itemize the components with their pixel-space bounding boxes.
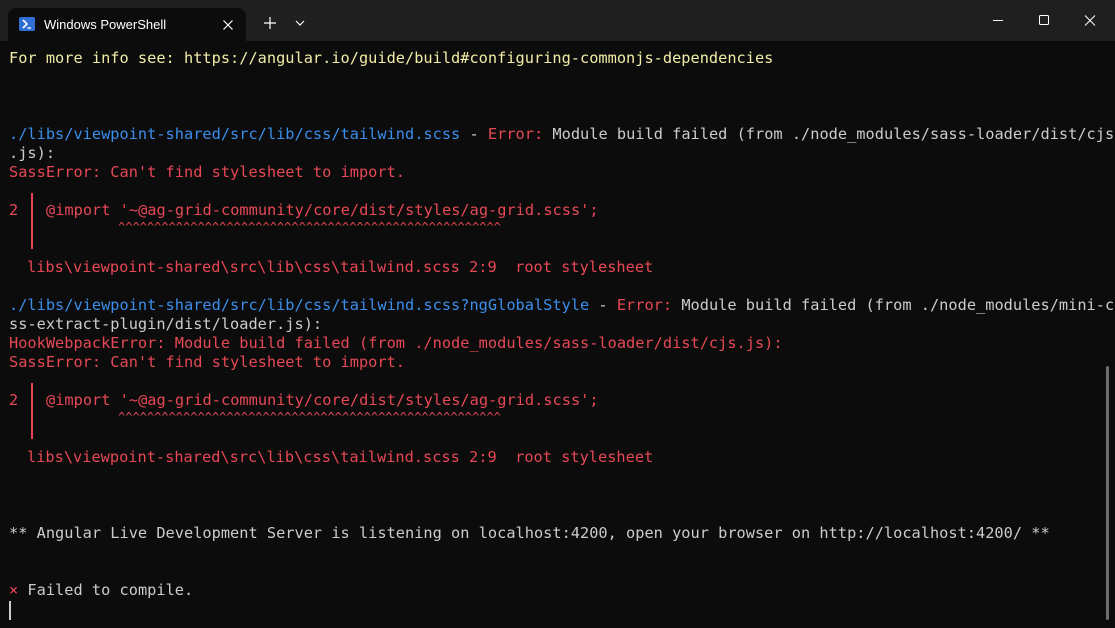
info-line: For more info see: https://angular.io/gu… (9, 49, 774, 67)
close-tab-button[interactable] (218, 15, 238, 35)
chevron-down-icon (295, 20, 305, 26)
new-tab-button[interactable] (259, 12, 281, 34)
error2-sep: - (589, 296, 617, 314)
fail-text: Failed to compile. (18, 581, 194, 599)
error2-location: libs\viewpoint-shared\src\lib\css\tailwi… (27, 448, 654, 466)
close-icon (223, 20, 233, 30)
error2-message-cont: ss-extract-plugin/dist/loader.js): (9, 315, 323, 333)
plus-icon (264, 17, 276, 29)
tab-windows-powershell[interactable]: Windows PowerShell (8, 8, 246, 41)
error2-sass-error: SassError: Can't find stylesheet to impo… (9, 353, 406, 371)
text-cursor (9, 601, 11, 620)
tab-dropdown-button[interactable] (289, 12, 311, 34)
error1-label: Error: (487, 125, 544, 143)
error1-gutter (31, 193, 33, 249)
powershell-icon (19, 17, 35, 31)
error1-carets: ^^^^^^^^^^^^^^^^^^^^^^^^^^^^^^^^^^^^^^^^… (118, 220, 501, 234)
server-listening-line: ** Angular Live Development Server is li… (9, 524, 1050, 542)
error2-gutter (31, 383, 33, 439)
error2-header: ./libs/viewpoint-shared/src/lib/css/tail… (9, 296, 1114, 315)
maximize-icon (1039, 15, 1049, 25)
error2-label: Error: (616, 296, 673, 314)
close-button[interactable] (1067, 0, 1113, 41)
minimize-icon (993, 20, 1003, 21)
error2-hook-error: HookWebpackError: Module build failed (f… (9, 334, 783, 352)
error1-sass-error: SassError: Can't find stylesheet to impo… (9, 163, 406, 181)
minimize-button[interactable] (975, 0, 1021, 41)
error2-path: ./libs/viewpoint-shared/src/lib/css/tail… (9, 296, 590, 314)
terminal-output[interactable]: For more info see: https://angular.io/gu… (0, 41, 1114, 628)
scrollbar[interactable] (1106, 366, 1109, 620)
maximize-button[interactable] (1021, 0, 1067, 41)
error2-message: Module build failed (from ./node_modules… (672, 296, 1115, 314)
error1-message: Module build failed (from ./node_modules… (543, 125, 1115, 143)
error1-location: libs\viewpoint-shared\src\lib\css\tailwi… (27, 258, 654, 276)
tab-title: Windows PowerShell (44, 17, 167, 32)
error1-header: ./libs/viewpoint-shared/src/lib/css/tail… (9, 125, 1114, 144)
fail-icon: × (9, 581, 19, 599)
compile-status-line: × Failed to compile. (9, 581, 193, 600)
title-bar: Windows PowerShell (0, 0, 1115, 41)
error2-carets: ^^^^^^^^^^^^^^^^^^^^^^^^^^^^^^^^^^^^^^^^… (118, 410, 501, 424)
error2-line-number: 2 (9, 391, 19, 409)
error1-sep: - (460, 125, 488, 143)
close-icon (1084, 15, 1096, 26)
error1-line-number: 2 (9, 201, 19, 219)
error1-path: ./libs/viewpoint-shared/src/lib/css/tail… (9, 125, 461, 143)
error1-message-cont: .js): (9, 144, 56, 162)
